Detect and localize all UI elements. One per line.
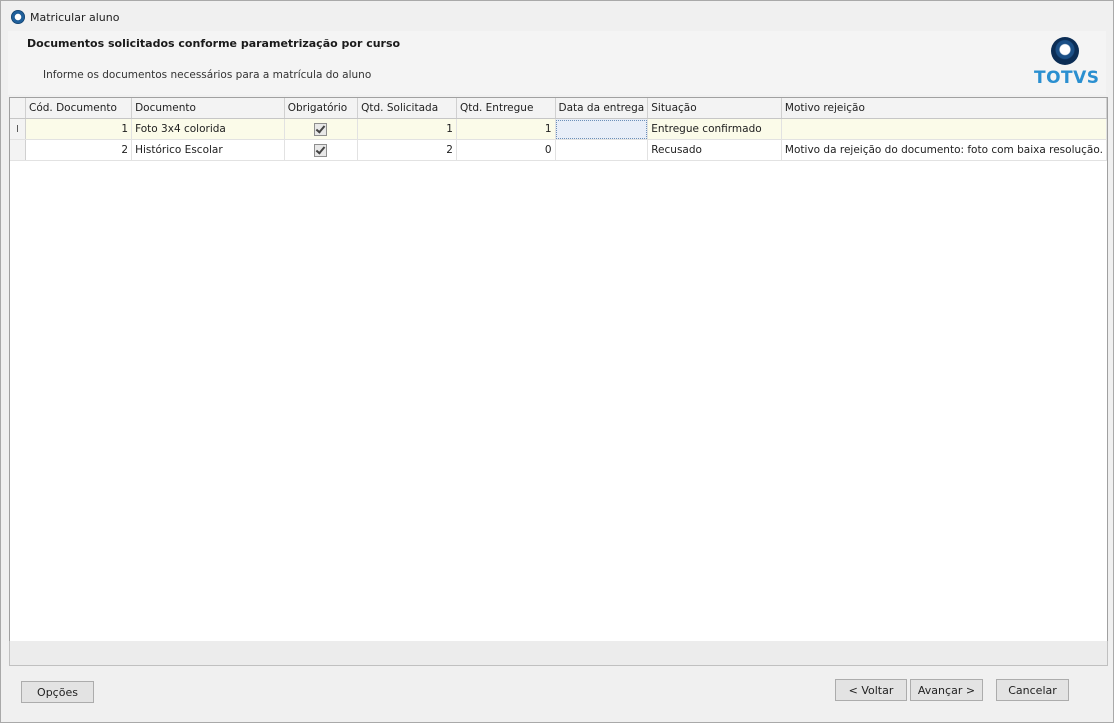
cell-qtd-entregue[interactable]: 1 (456, 118, 556, 140)
column-header-motivo-rejeicao[interactable]: Motivo rejeição (781, 98, 1108, 119)
cell-qtd-solicitada[interactable]: 2 (357, 139, 457, 161)
column-header-cod-documento[interactable]: Cód. Documento (25, 98, 133, 119)
cell-data-entrega[interactable] (555, 139, 649, 161)
table-row[interactable]: I 1 Foto 3x4 colorida 1 1 Entregue confi… (10, 118, 1108, 140)
avancar-button[interactable]: Avançar > (910, 679, 983, 701)
cancelar-button[interactable]: Cancelar (996, 679, 1069, 701)
column-header-data-entrega[interactable]: Data da entrega (555, 98, 649, 119)
window: Matricular aluno Documentos solicitados … (0, 0, 1114, 723)
documents-table: Cód. Documento Documento Obrigatório Qtd… (10, 98, 1108, 161)
column-header-qtd-solicitada[interactable]: Qtd. Solicitada (357, 98, 457, 119)
column-header-documento[interactable]: Documento (131, 98, 285, 119)
cell-cod-documento[interactable]: 2 (25, 139, 133, 161)
cell-documento[interactable]: Foto 3x4 colorida (131, 118, 285, 140)
window-title: Matricular aluno (30, 11, 120, 24)
header-subtitle: Informe os documentos necessários para a… (43, 69, 372, 81)
totvs-logo-text: TOTVS (1034, 68, 1100, 88)
obrigatorio-checkbox[interactable] (314, 143, 328, 157)
cell-documento[interactable]: Histórico Escolar (131, 139, 285, 161)
column-header-obrigatorio[interactable]: Obrigatório (284, 98, 359, 119)
header-title: Documentos solicitados conforme parametr… (27, 37, 401, 50)
cell-motivo-rejeicao[interactable] (781, 118, 1108, 140)
cell-qtd-entregue[interactable]: 0 (456, 139, 556, 161)
totvs-logo: TOTVS (1034, 35, 1100, 93)
documents-grid[interactable]: Cód. Documento Documento Obrigatório Qtd… (9, 97, 1108, 643)
opcoes-button[interactable]: Opções (21, 681, 94, 703)
row-indicator[interactable] (10, 139, 26, 161)
table-row[interactable]: 2 Histórico Escolar 2 0 Recusado Motivo … (10, 139, 1108, 161)
header-panel: Documentos solicitados conforme parametr… (8, 31, 1106, 95)
cell-cod-documento[interactable]: 1 (25, 118, 133, 140)
header-row: Cód. Documento Documento Obrigatório Qtd… (10, 98, 1108, 119)
cell-situacao[interactable]: Entregue confirmado (647, 118, 782, 140)
app-icon (11, 10, 25, 24)
cell-obrigatorio[interactable] (284, 139, 359, 161)
title-bar: Matricular aluno (1, 1, 1113, 31)
column-header-situacao[interactable]: Situação (647, 98, 782, 119)
obrigatorio-checkbox[interactable] (314, 122, 328, 136)
cell-qtd-solicitada[interactable]: 1 (357, 118, 457, 140)
column-header-indicator (10, 98, 26, 119)
cell-data-entrega[interactable] (555, 118, 649, 140)
grid-footer (9, 641, 1108, 666)
cell-motivo-rejeicao[interactable]: Motivo da rejeição do documento: foto co… (781, 139, 1108, 161)
row-indicator[interactable]: I (10, 118, 26, 140)
totvs-logo-icon (1051, 37, 1079, 65)
voltar-button[interactable]: < Voltar (835, 679, 907, 701)
cell-situacao[interactable]: Recusado (647, 139, 782, 161)
column-header-qtd-entregue[interactable]: Qtd. Entregue (456, 98, 556, 119)
cell-obrigatorio[interactable] (284, 118, 359, 140)
